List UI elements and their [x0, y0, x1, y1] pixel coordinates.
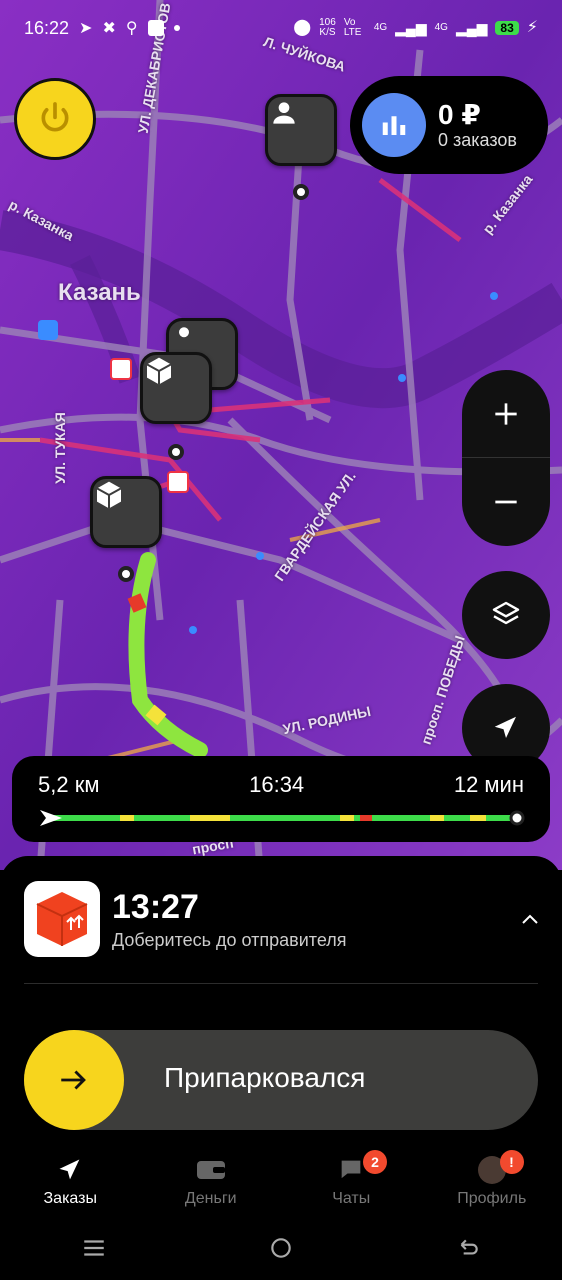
chats-badge: 2	[363, 1150, 387, 1174]
zoom-out-button[interactable]	[462, 458, 550, 546]
package-icon	[96, 481, 122, 509]
person-icon	[273, 102, 295, 124]
nav-tab-orders[interactable]: Заказы	[0, 1150, 141, 1216]
map-point-package-2	[118, 566, 134, 582]
signal-1-label: 4G	[373, 22, 388, 33]
charging-icon: ⚡	[526, 19, 538, 36]
stats-icon	[362, 93, 426, 157]
power-icon	[41, 102, 69, 132]
street-label-tukaya: УЛ. ТУКАЯ	[51, 412, 68, 484]
layers-icon	[492, 601, 520, 625]
parked-slider[interactable]: Припарковался	[24, 1030, 538, 1130]
map-pin-person[interactable]	[265, 94, 337, 166]
shift-power-button[interactable]	[14, 78, 96, 160]
slider-handle[interactable]	[24, 1030, 124, 1130]
notification-icon: ✖	[102, 20, 116, 37]
plus-icon	[495, 403, 517, 425]
speed-unit: K/S	[319, 27, 336, 38]
map-point-package-1	[168, 444, 184, 460]
route-distance: 5,2 км	[38, 772, 100, 797]
nav-tab-money[interactable]: Деньги	[141, 1150, 282, 1216]
nav-tab-profile[interactable]: ! Профиль	[422, 1150, 562, 1216]
chevron-up-icon[interactable]	[518, 908, 542, 932]
slider-label: Припарковался	[164, 1062, 366, 1093]
nav-label-chats: Чаты	[332, 1190, 371, 1207]
route-progress-bar	[40, 810, 525, 826]
traffic-event-icon[interactable]	[110, 358, 132, 380]
bottom-navigation: Заказы Деньги 2 Чаты ! Профиль	[0, 1150, 562, 1216]
route-duration: 12 мин	[453, 772, 524, 797]
signal-2-icon: ▂▄▆	[455, 20, 488, 36]
order-subtitle: Доберитесь до отправителя	[112, 930, 347, 950]
wallet-icon	[196, 1161, 225, 1179]
navigation-arrow-icon	[59, 1159, 80, 1180]
nav-label-money: Деньги	[184, 1190, 237, 1207]
app-notification-icon	[147, 20, 164, 36]
earnings-amount: 0 ₽	[438, 98, 481, 130]
map-pin-package-1[interactable]	[140, 352, 212, 424]
system-navigation-bar	[0, 1216, 562, 1280]
nav-tab-chats[interactable]: 2 Чаты	[281, 1150, 422, 1216]
metro-icon	[38, 320, 58, 340]
back-icon[interactable]	[455, 1235, 481, 1261]
volte-label: Vo LTE	[343, 17, 362, 38]
search-notification-icon: ⚲	[125, 20, 138, 37]
route-start-arrow-icon	[40, 810, 62, 826]
map-city-label: Казань	[58, 279, 141, 306]
map-pin-package-2[interactable]	[90, 476, 162, 548]
box-icon	[36, 892, 88, 946]
chat-icon	[341, 1160, 361, 1179]
signal-2-label: 4G	[434, 22, 448, 33]
status-bar: 16:22 ➤ ✖ ⚲ ⬤ 106 K/S Vo LTE 4G ▂▄▆ 4G ▂▄…	[0, 0, 562, 56]
order-eta: 13:27	[112, 888, 199, 926]
order-type-icon	[24, 881, 100, 957]
route-panel[interactable]: 5,2 км 16:34 12 мин	[12, 756, 550, 842]
zoom-in-button[interactable]	[462, 370, 550, 458]
status-time: 16:22	[24, 17, 70, 38]
orders-count: 0 заказов	[438, 129, 517, 150]
home-icon[interactable]	[268, 1235, 294, 1261]
nav-label-orders: Заказы	[43, 1190, 97, 1207]
route-end-marker	[509, 810, 525, 826]
map-layers-button[interactable]	[462, 571, 550, 659]
minus-icon	[495, 500, 517, 504]
more-dot-icon	[173, 25, 180, 31]
location-icon: ⬤	[293, 19, 312, 36]
recent-apps-icon[interactable]	[81, 1235, 107, 1261]
signal-1-icon: ▂▄▆	[395, 20, 427, 36]
person-icon	[179, 327, 189, 338]
package-icon	[146, 357, 172, 385]
divider	[24, 983, 538, 984]
map-point-person	[293, 184, 309, 200]
nav-label-profile: Профиль	[457, 1190, 527, 1207]
telegram-icon: ➤	[79, 20, 93, 37]
profile-badge: !	[499, 1150, 524, 1174]
traffic-event-icon[interactable]	[167, 471, 189, 493]
navigation-arrow-icon	[494, 716, 516, 738]
battery-indicator: 83	[495, 21, 519, 35]
route-arrival-time: 16:34	[249, 772, 305, 797]
zoom-control	[462, 370, 550, 546]
arrow-right-icon	[61, 1070, 86, 1090]
earnings-widget[interactable]: 0 ₽ 0 заказов	[350, 76, 548, 174]
